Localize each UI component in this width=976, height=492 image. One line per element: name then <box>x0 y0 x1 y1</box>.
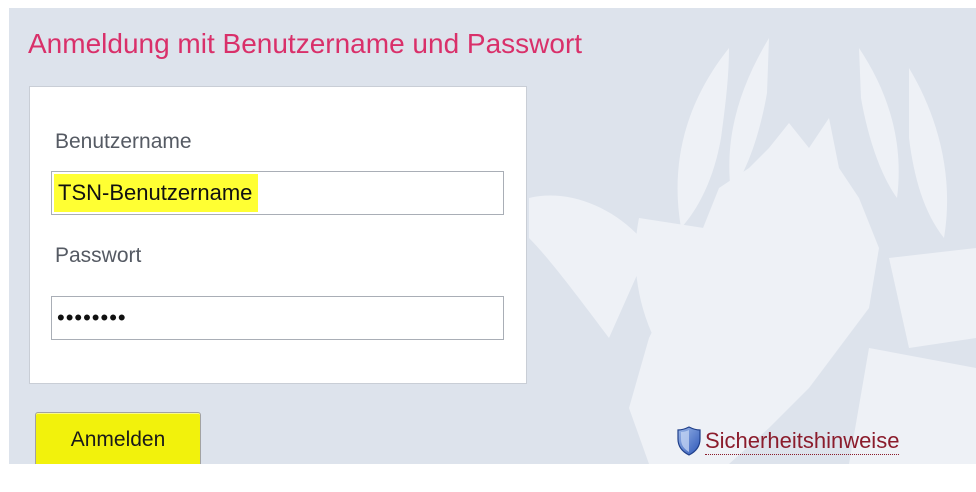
security-notes-link[interactable]: Sicherheitshinweise <box>676 426 900 456</box>
login-button[interactable]: Anmelden <box>35 412 201 464</box>
security-notes-label: Sicherheitshinweise <box>705 427 900 455</box>
shield-icon <box>677 426 701 456</box>
username-label: Benutzername <box>55 130 192 153</box>
username-input[interactable]: TSN-Benutzername <box>51 171 504 215</box>
password-label: Passwort <box>55 244 142 267</box>
username-value: TSN-Benutzername <box>54 174 259 212</box>
login-form-panel: Benutzername TSN-Benutzername Passwort •… <box>29 86 527 384</box>
login-page: Anmeldung mit Benutzername und Passwort … <box>9 8 976 464</box>
password-value: •••••••• <box>57 305 127 330</box>
password-input[interactable]: •••••••• <box>51 296 504 340</box>
page-title: Anmeldung mit Benutzername und Passwort <box>28 28 583 59</box>
